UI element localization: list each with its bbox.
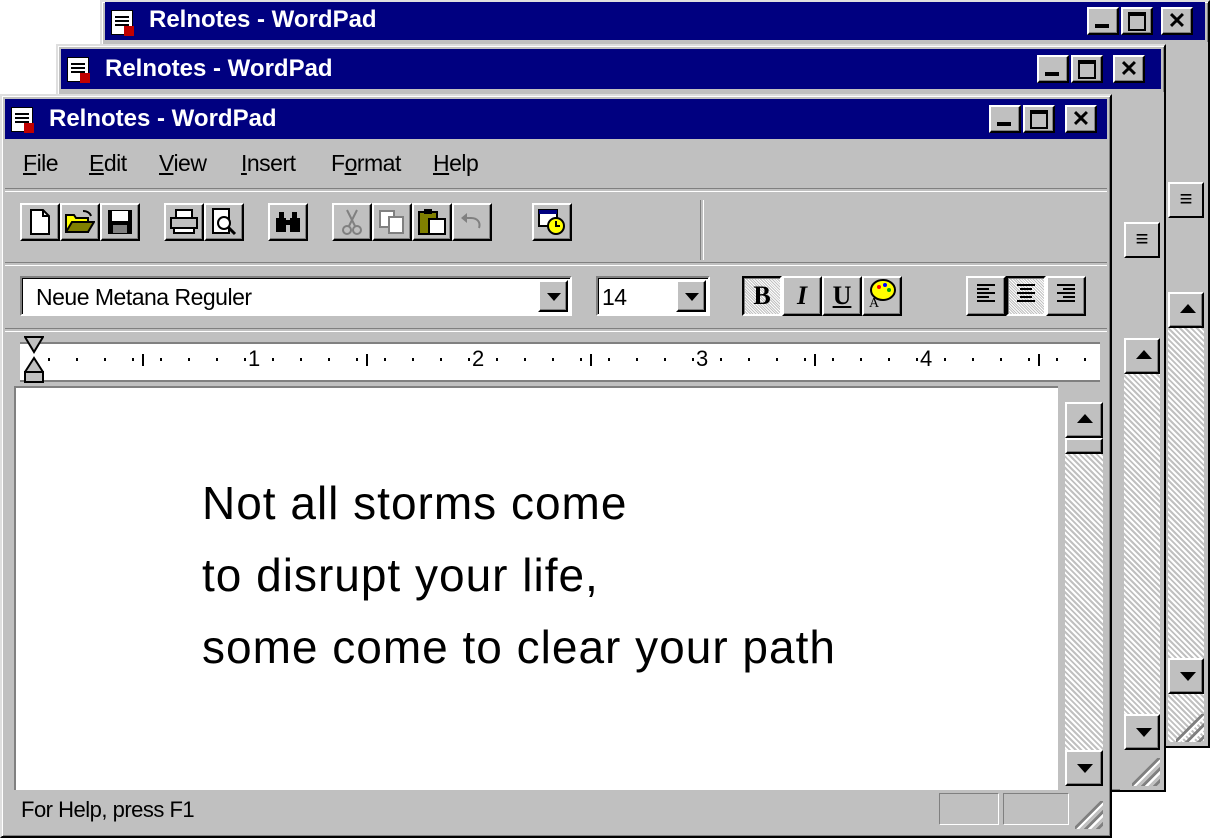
wordpad-app-icon	[111, 10, 134, 36]
menu-edit[interactable]: Edit	[89, 150, 127, 177]
align-right-icon[interactable]: ≡	[1168, 182, 1204, 218]
maximize-button[interactable]	[1023, 105, 1055, 133]
close-button[interactable]: ✕	[1113, 55, 1145, 83]
status-text: For Help, press F1	[21, 797, 195, 822]
font-name-dropdown-button[interactable]	[538, 280, 568, 312]
document-text-line: Not all storms come	[202, 477, 628, 529]
title-bar[interactable]: Relnotes - WordPad ✕	[61, 49, 1161, 89]
right-edge-content: ≡	[1164, 42, 1208, 746]
ruler[interactable]: 1 2 3 4	[20, 342, 1100, 382]
open-button[interactable]	[60, 203, 100, 241]
font-size-dropdown-button[interactable]	[676, 280, 706, 312]
font-name-value: Neue Metana Reguler	[36, 284, 252, 310]
wordpad-app-icon	[11, 107, 34, 133]
undo-icon	[461, 213, 481, 229]
bold-button[interactable]: B	[742, 276, 782, 316]
menu-help[interactable]: Help	[433, 150, 479, 177]
wordpad-app-icon	[67, 57, 90, 83]
window-title: Relnotes - WordPad	[105, 55, 333, 82]
new-button[interactable]	[20, 203, 60, 241]
color-palette-icon: A	[869, 279, 896, 311]
status-pane-num	[1003, 793, 1069, 825]
align-left-icon	[977, 284, 995, 302]
document-text-line: some come to clear your path	[202, 621, 836, 673]
maximize-button[interactable]	[1071, 55, 1103, 83]
scissors-icon	[342, 209, 362, 235]
maximize-button[interactable]	[1121, 7, 1153, 35]
toolbar-separator	[5, 262, 1107, 266]
close-button[interactable]: ✕	[1161, 7, 1193, 35]
align-left-button[interactable]	[966, 276, 1006, 316]
menu-format[interactable]: Format	[331, 150, 401, 177]
minimize-button[interactable]	[989, 105, 1021, 133]
svg-text:A: A	[869, 296, 880, 308]
vertical-scrollbar[interactable]	[1065, 402, 1103, 786]
scroll-down-button[interactable]	[1124, 714, 1160, 750]
vertical-scrollbar[interactable]	[1124, 338, 1160, 750]
print-button[interactable]	[164, 203, 204, 241]
menu-bar: File Edit View Insert Format Help	[5, 142, 1107, 186]
scroll-down-button[interactable]	[1065, 750, 1103, 786]
paste-clipboard-icon	[418, 209, 446, 235]
binoculars-icon	[276, 212, 300, 232]
copy-button[interactable]	[372, 203, 412, 241]
underline-button[interactable]: U	[822, 276, 862, 316]
align-center-button[interactable]	[1006, 276, 1046, 316]
align-right-icon	[1057, 284, 1075, 302]
document-area[interactable]: Not all storms come to disrupt your life…	[14, 386, 1058, 790]
font-size-combo[interactable]: 14	[596, 276, 710, 316]
copy-icon	[379, 210, 404, 234]
title-bar[interactable]: Relnotes - WordPad ✕	[5, 99, 1107, 139]
find-button[interactable]	[268, 203, 308, 241]
align-right-button[interactable]	[1046, 276, 1086, 316]
menu-insert[interactable]: Insert	[241, 150, 296, 177]
undo-button[interactable]	[452, 203, 492, 241]
close-button[interactable]: ✕	[1065, 105, 1097, 133]
scroll-thumb[interactable]	[1065, 438, 1103, 454]
document-text-line: to disrupt your life,	[202, 549, 599, 601]
print-preview-icon	[212, 208, 237, 236]
minimize-button[interactable]	[1087, 7, 1119, 35]
italic-button[interactable]: I	[782, 276, 822, 316]
save-button[interactable]	[100, 203, 140, 241]
cut-button[interactable]	[332, 203, 372, 241]
printer-icon	[170, 209, 198, 234]
window-title: Relnotes - WordPad	[149, 6, 377, 33]
font-size-value: 14	[602, 284, 627, 310]
resize-grip[interactable]	[1075, 801, 1103, 829]
ruler-dots	[48, 358, 1100, 361]
save-disk-icon	[108, 210, 132, 234]
toolbar-divider	[700, 200, 704, 260]
title-bar[interactable]: Relnotes - WordPad ✕	[105, 2, 1205, 40]
status-bar: For Help, press F1	[5, 787, 1107, 833]
menu-separator	[5, 188, 1107, 192]
indent-marker-icon[interactable]	[23, 336, 45, 384]
wordpad-window[interactable]: Relnotes - WordPad ✕ File Edit View Inse…	[0, 94, 1112, 838]
date-time-button[interactable]	[532, 203, 572, 241]
paste-button[interactable]	[412, 203, 452, 241]
menu-file[interactable]: File	[23, 150, 59, 177]
scroll-up-button[interactable]	[1065, 402, 1103, 438]
resize-grip[interactable]	[1176, 714, 1204, 742]
scroll-up-button[interactable]	[1124, 338, 1160, 374]
status-pane-caps	[939, 793, 999, 825]
right-edge-content: ≡	[1120, 92, 1164, 790]
menu-view[interactable]: View	[159, 150, 207, 177]
open-folder-icon	[65, 210, 95, 233]
scroll-down-button[interactable]	[1168, 658, 1204, 694]
color-button[interactable]: A	[862, 276, 902, 316]
minimize-button[interactable]	[1037, 55, 1069, 83]
new-icon	[30, 209, 50, 235]
formatbar-separator	[5, 328, 1107, 332]
align-center-icon	[1017, 284, 1035, 302]
window-title: Relnotes - WordPad	[49, 105, 277, 132]
vertical-scrollbar[interactable]	[1168, 292, 1204, 742]
date-time-icon	[538, 209, 565, 235]
resize-grip[interactable]	[1132, 758, 1160, 786]
font-name-combo[interactable]: Neue Metana Reguler	[20, 276, 572, 316]
print-preview-button[interactable]	[204, 203, 244, 241]
scroll-up-button[interactable]	[1168, 292, 1204, 328]
align-right-icon[interactable]: ≡	[1124, 222, 1160, 258]
